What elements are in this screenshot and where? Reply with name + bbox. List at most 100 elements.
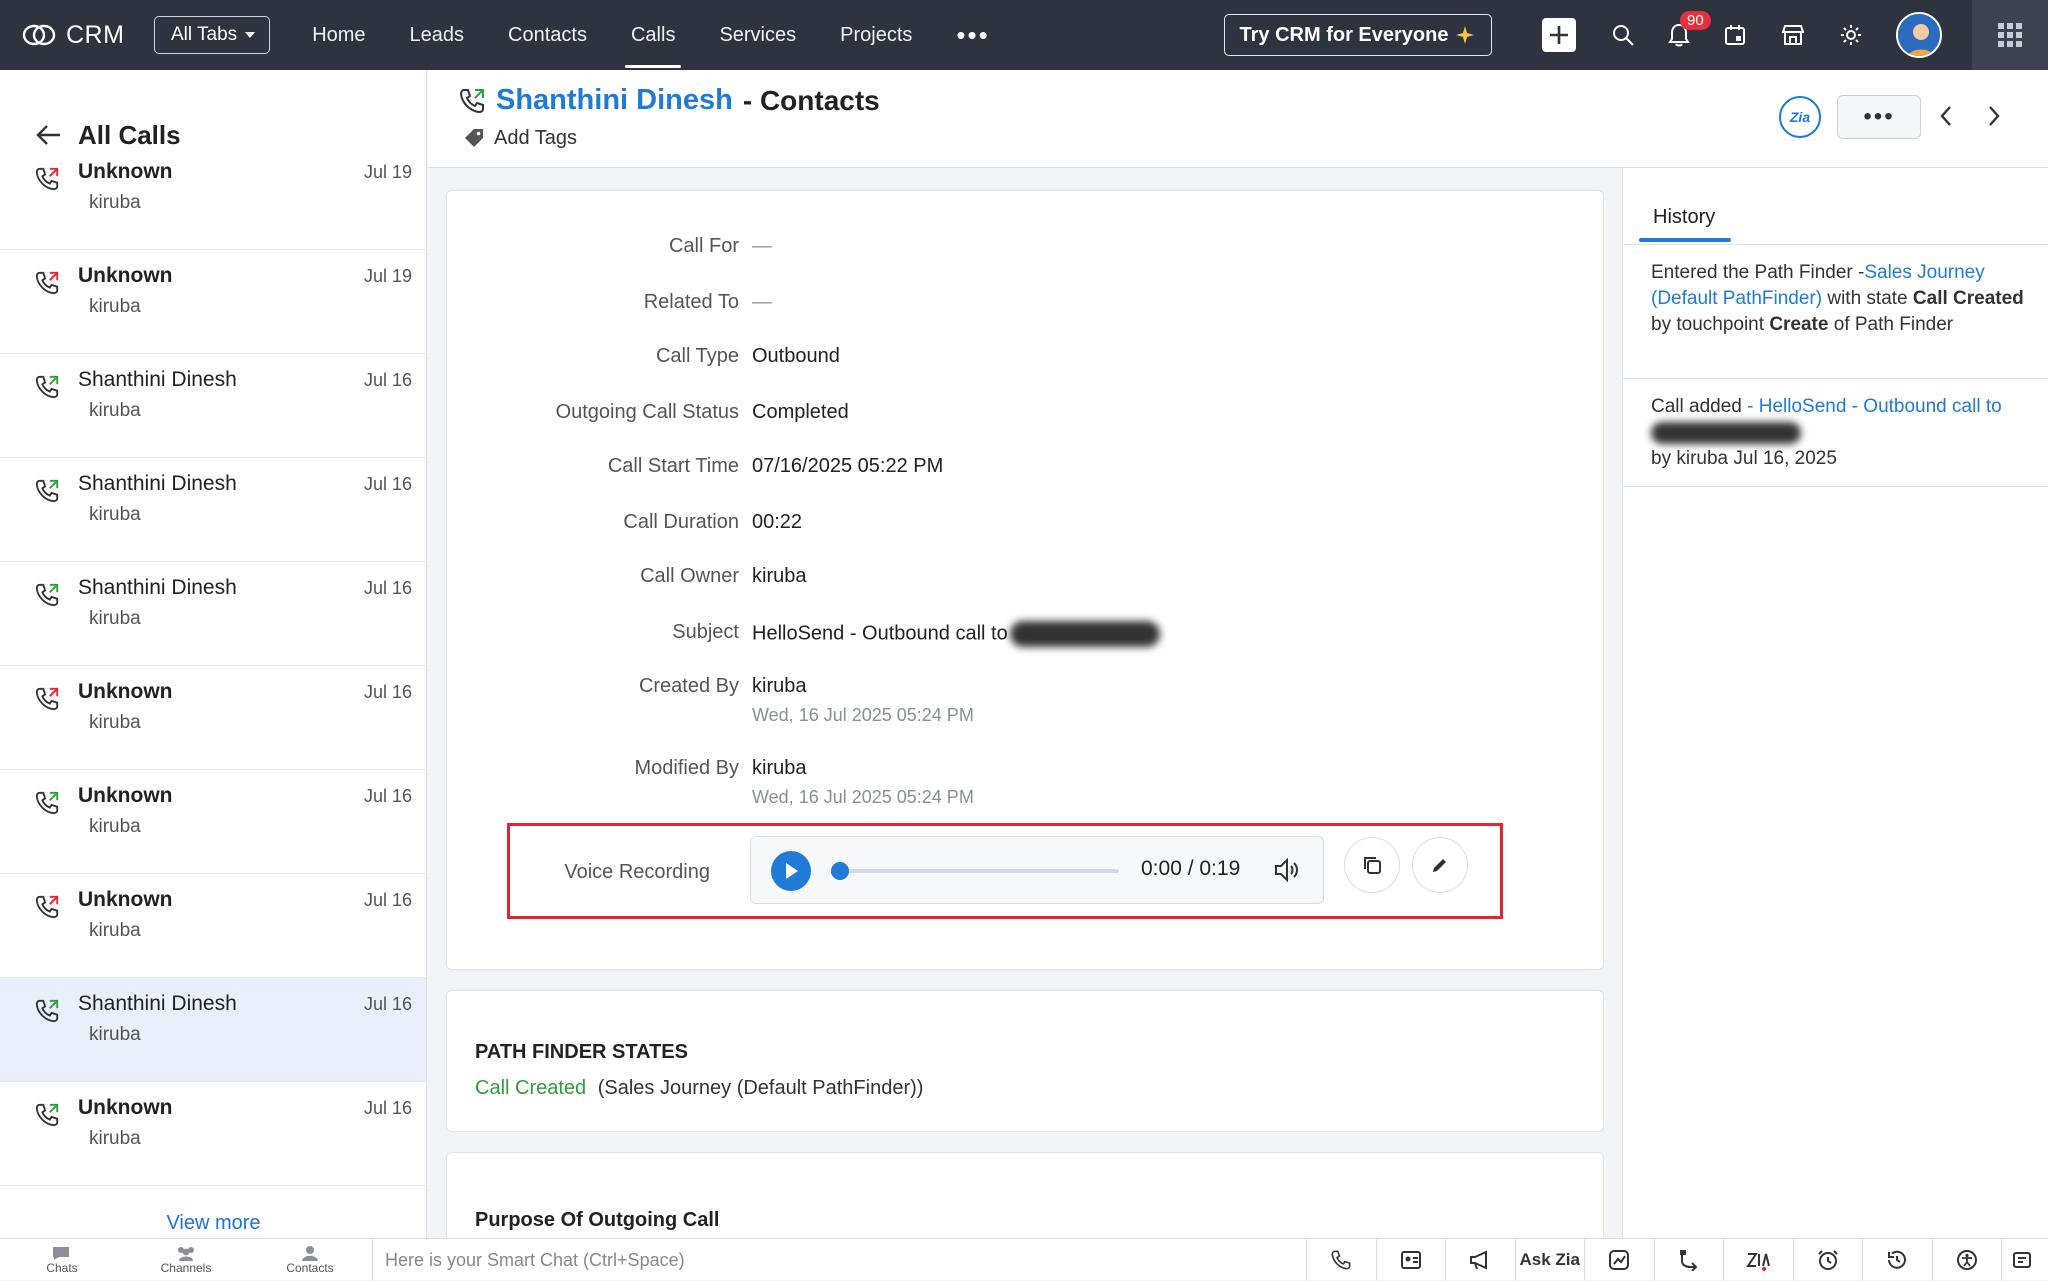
call-date: Jul 19 [363,162,412,182]
field-label: Call Duration [623,511,739,533]
analytics-button[interactable] [1584,1239,1654,1281]
tab-home[interactable]: Home [290,0,387,70]
field-value: kiruba [752,565,807,587]
all-tabs-dropdown[interactable]: All Tabs [154,16,271,54]
call-contact-name: Unknown [78,264,173,287]
call-contact-name: Shanthini Dinesh [78,992,237,1015]
bottom-tab-label: Channels [160,1261,212,1275]
call-owner: kiruba [89,712,141,733]
crm-logo[interactable]: CRM [22,21,154,50]
next-record-icon[interactable] [1986,104,2002,128]
history-link[interactable]: - HelloSend - Outbound call to [1747,396,2002,417]
history-meta: by kiruba Jul 16, 2025 [1651,448,1837,469]
reminder-button[interactable] [1792,1239,1863,1281]
voice-recording-highlight: Voice Recording 0:00 / 0:19 [507,823,1503,919]
field-label: Call Start Time [607,455,739,477]
outgoing-call-icon [35,999,59,1023]
tab-calls[interactable]: Calls [609,0,697,70]
smart-chat-input[interactable]: Here is your Smart Chat (Ctrl+Space) [372,1239,1306,1281]
view-more-link[interactable]: View more [0,1212,426,1235]
audio-progress-track[interactable] [839,869,1119,873]
announcement-button[interactable] [1445,1239,1515,1281]
user-avatar-image [1898,14,1940,56]
edit-recording-button[interactable] [1412,837,1468,893]
store-icon [1781,25,1805,45]
ask-zia-button[interactable]: Ask Zia [1514,1239,1585,1281]
zia-bottom-button[interactable] [1723,1239,1793,1281]
phone-button[interactable] [1306,1239,1376,1281]
call-contact-name: Shanthini Dinesh [78,576,237,599]
call-list-item[interactable]: Unknown kiruba Jul 19 [0,250,426,354]
accessibility-button[interactable] [1931,1239,2002,1281]
contact-name-link[interactable]: Shanthini Dinesh [496,84,733,117]
redacted-phone-number [1651,421,1801,444]
search-button[interactable] [1606,18,1640,52]
field-value: 07/16/2025 05:22 PM [752,455,944,477]
chat-icon [53,1247,69,1260]
path-finder-journey: (Sales Journey (Default PathFinder)) [597,1077,924,1099]
group-icon [178,1247,194,1261]
bottom-tab-chats[interactable]: Chats [0,1239,124,1281]
notification-count-badge: 90 [1680,11,1711,30]
apps-grid-button[interactable] [1972,0,2048,70]
call-owner: kiruba [89,920,141,941]
calendar-button[interactable] [1718,18,1752,52]
create-new-button[interactable] [1542,18,1576,52]
back-arrow-icon[interactable] [36,124,62,146]
history-text: with state [1822,288,1913,309]
try-crm-button[interactable]: Try CRM for Everyone [1224,14,1492,56]
copy-recording-button[interactable] [1344,837,1400,893]
recent-history-button[interactable] [1862,1239,1932,1281]
call-list-item[interactable]: Unknown kiruba Jul 19 [0,146,426,250]
outgoing-call-icon [35,1103,59,1127]
tab-history[interactable]: History [1639,206,1729,229]
brand-name: CRM [66,20,125,49]
call-date: Jul 16 [363,474,412,494]
call-contact-name: Unknown [78,160,173,183]
module-tabs: Home Leads Contacts Calls Services Proje… [290,0,1012,70]
record-header: Shanthini Dinesh - Contacts Add Tags Zia… [428,70,2048,168]
alarm-clock-icon [1818,1250,1838,1270]
call-contact-name: Shanthini Dinesh [78,368,237,391]
call-owner: kiruba [89,1024,141,1045]
tab-services[interactable]: Services [697,0,818,70]
field-label: Subject [672,621,739,643]
call-list-item[interactable]: Unknown kiruba Jul 16 [0,770,426,874]
play-button[interactable] [771,851,811,891]
call-list-item[interactable]: Shanthini Dinesh kiruba Jul 16 [0,354,426,458]
tab-leads[interactable]: Leads [388,0,487,70]
field-label: Call Type [655,345,739,367]
call-list-item[interactable]: Shanthini Dinesh kiruba Jul 16 [0,458,426,562]
more-tabs-button[interactable]: ••• [934,0,1011,70]
previous-record-icon[interactable] [1938,104,1954,128]
tab-contacts[interactable]: Contacts [486,0,609,70]
volume-icon[interactable] [1273,857,1303,883]
settings-button[interactable] [1834,18,1868,52]
voice-recording-label: Voice Recording [564,861,710,883]
call-list-item[interactable]: Unknown kiruba Jul 16 [0,874,426,978]
pencil-icon [1433,859,1446,872]
feedback-button[interactable] [2001,1239,2041,1281]
bottom-tabs: Chats Channels Contacts [0,1239,372,1281]
bottom-tab-contacts[interactable]: Contacts [248,1239,372,1281]
add-tags-button[interactable]: Add Tags [462,126,577,150]
bottom-tab-channels[interactable]: Channels [124,1239,248,1281]
contact-card-button[interactable] [1375,1239,1446,1281]
blueprint-button[interactable] [1653,1239,1724,1281]
zia-button[interactable]: Zia [1779,96,1821,138]
marketplace-button[interactable] [1776,18,1810,52]
history-icon [1888,1250,1907,1269]
call-list-item[interactable]: Unknown kiruba Jul 16 [0,666,426,770]
more-actions-button[interactable]: ••• [1837,95,1921,139]
path-finder-card: PATH FINDER STATES Call Created (Sales J… [446,990,1604,1132]
bottom-toolbar-icons: Ask Zia [1306,1239,2041,1281]
field-label: Created By [638,675,739,697]
call-list-item[interactable]: Unknown kiruba Jul 16 [0,1082,426,1186]
user-avatar[interactable] [1896,12,1942,58]
call-list-item[interactable]: Shanthini Dinesh kiruba Jul 16 [0,978,426,1082]
history-text: Call added [1651,396,1748,417]
missed-call-icon [35,895,59,919]
audio-progress-knob[interactable] [831,862,849,880]
tab-projects[interactable]: Projects [818,0,934,70]
call-list-item[interactable]: Shanthini Dinesh kiruba Jul 16 [0,562,426,666]
